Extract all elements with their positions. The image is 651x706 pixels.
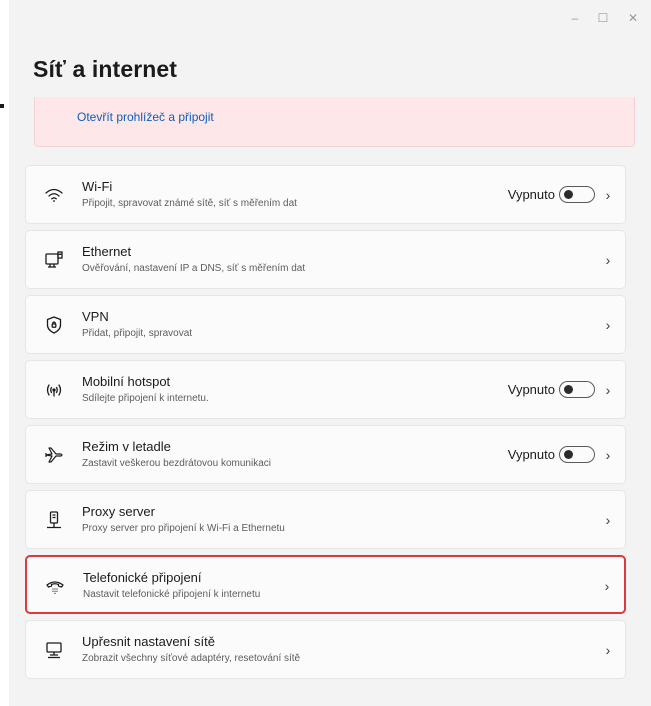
row-subtitle: Sdílejte připojení k internetu. [82,393,209,404]
chevron-right-icon: › [605,642,611,658]
toggle-state-label: Vypnuto [507,187,555,202]
row-title: Upřesnit nastavení sítě [82,634,215,649]
hotspot-toggle[interactable] [559,381,595,398]
row-title: VPN [82,309,109,324]
close-button[interactable]: ✕ [621,8,645,28]
settings-list: Wi-Fi Připojit, spravovat známé sítě, sí… [25,165,626,685]
row-subtitle: Proxy server pro připojení k Wi-Fi a Eth… [82,523,285,534]
page-title: Síť a internet [33,56,178,82]
chevron-right-icon: › [605,382,611,398]
ethernet-icon [42,248,66,272]
row-title: Mobilní hotspot [82,374,171,389]
maximize-button[interactable]: ☐ [591,8,615,28]
chevron-right-icon: › [605,187,611,203]
row-title: Režim v letadle [82,439,171,454]
toggle-knob [564,190,573,199]
dial-up-icon [43,574,67,598]
airplane-icon [42,443,66,467]
row-mobile-hotspot[interactable]: Mobilní hotspot Sdílejte připojení k int… [25,360,626,419]
row-vpn[interactable]: VPN Přidat, připojit, spravovat › [25,295,626,354]
captive-portal-banner: Otevřít prohlížeč a připojit [34,97,635,147]
chevron-right-icon: › [604,578,610,594]
hotspot-icon [42,378,66,402]
toggle-knob [564,450,573,459]
toggle-knob [564,385,573,394]
row-title: Proxy server [82,504,155,519]
stray-mark [0,104,4,108]
row-subtitle: Přidat, připojit, spravovat [82,328,193,339]
chevron-right-icon: › [605,317,611,333]
toggle-state-label: Vypnuto [507,447,555,462]
row-subtitle: Zastavit veškerou bezdrátovou komunikaci [82,458,271,469]
row-title: Wi-Fi [82,179,113,194]
row-title: Telefonické připojení [83,570,202,585]
row-subtitle: Připojit, spravovat známé sítě, síť s mě… [82,198,297,209]
row-ethernet[interactable]: Ethernet Ověřování, nastavení IP a DNS, … [25,230,626,289]
proxy-icon [42,508,66,532]
row-advanced-network-settings[interactable]: Upřesnit nastavení sítě Zobrazit všechny… [25,620,626,679]
chevron-right-icon: › [605,447,611,463]
row-subtitle: Nastavit telefonické připojení k interne… [83,589,261,600]
row-dial-up[interactable]: Telefonické připojení Nastavit telefonic… [25,555,626,614]
minimize-button[interactable]: – [563,8,587,28]
network-adapter-icon [42,638,66,662]
row-wifi[interactable]: Wi-Fi Připojit, spravovat známé sítě, sí… [25,165,626,224]
row-airplane-mode[interactable]: Režim v letadle Zastavit veškerou bezdrá… [25,425,626,484]
row-title: Ethernet [82,244,132,259]
vpn-shield-icon [42,313,66,337]
chevron-right-icon: › [605,252,611,268]
toggle-state-label: Vypnuto [507,382,555,397]
wifi-icon [42,183,66,207]
row-subtitle: Ověřování, nastavení IP a DNS, síť s měř… [82,263,306,274]
chevron-right-icon: › [605,512,611,528]
row-subtitle: Zobrazit všechny síťové adaptéry, reseto… [82,653,301,664]
open-browser-link[interactable]: Otevřít prohlížeč a připojit [77,110,214,124]
wifi-toggle[interactable] [559,186,595,203]
row-proxy[interactable]: Proxy server Proxy server pro připojení … [25,490,626,549]
airplane-toggle[interactable] [559,446,595,463]
